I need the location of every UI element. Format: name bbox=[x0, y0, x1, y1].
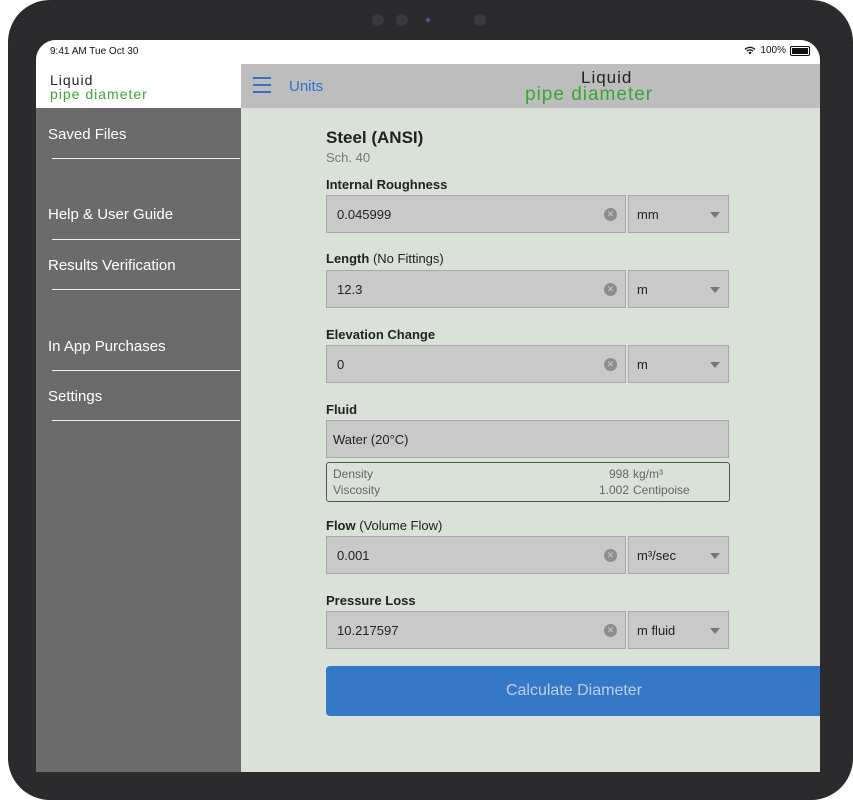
fluid-select[interactable]: Water (20°C) bbox=[326, 420, 729, 458]
elevation-label: Elevation Change bbox=[326, 327, 436, 342]
sidebar-item-in-app-purchases[interactable]: In App Purchases bbox=[48, 338, 241, 355]
sidebar-divider bbox=[52, 420, 240, 421]
sensor-dot bbox=[372, 14, 384, 26]
sidebar-divider bbox=[52, 239, 240, 240]
roughness-input[interactable]: 0.045999 ✕ bbox=[326, 195, 626, 233]
roughness-label: Internal Roughness bbox=[326, 177, 448, 192]
status-time: 9:41 AM Tue Oct 30 bbox=[50, 46, 139, 57]
clear-icon[interactable]: ✕ bbox=[604, 208, 617, 221]
flow-value: 0.001 bbox=[337, 548, 370, 563]
roughness-value: 0.045999 bbox=[337, 207, 392, 222]
roughness-unit-select[interactable]: mm bbox=[628, 195, 729, 233]
elevation-value: 0 bbox=[337, 357, 345, 372]
elevation-unit: m bbox=[637, 357, 648, 372]
pressure-loss-label: Pressure Loss bbox=[326, 593, 416, 608]
elevation-input[interactable]: 0 ✕ bbox=[326, 345, 626, 383]
length-label: Length (No Fittings) bbox=[326, 251, 444, 266]
pressure-loss-unit-select[interactable]: m fluid bbox=[628, 611, 729, 649]
fluid-label: Fluid bbox=[326, 402, 358, 417]
sensor-dot bbox=[474, 14, 486, 26]
camera-icon bbox=[426, 18, 430, 22]
sidebar: Liquid pipe diameter Saved Files Help & … bbox=[36, 64, 241, 772]
flow-input[interactable]: 0.001 ✕ bbox=[326, 536, 626, 574]
chevron-down-icon bbox=[710, 628, 720, 634]
length-value: 12.3 bbox=[337, 282, 363, 297]
sidebar-item-results-verification[interactable]: Results Verification bbox=[48, 257, 241, 274]
status-right: 100% bbox=[744, 45, 810, 56]
length-input[interactable]: 12.3 ✕ bbox=[326, 270, 626, 308]
clear-icon[interactable]: ✕ bbox=[604, 358, 617, 371]
sidebar-item-settings[interactable]: Settings bbox=[48, 388, 241, 405]
fluid-properties: Density 998 kg/m³ Viscosity 1.002 Centip… bbox=[326, 462, 730, 502]
chevron-down-icon bbox=[710, 287, 720, 293]
sidebar-item-saved-files[interactable]: Saved Files bbox=[48, 126, 241, 143]
sidebar-item-help[interactable]: Help & User Guide bbox=[48, 206, 241, 223]
sidebar-logo: Liquid pipe diameter bbox=[36, 64, 241, 108]
status-bar: 9:41 AM Tue Oct 30 100% bbox=[36, 40, 820, 64]
pressure-loss-input[interactable]: 10.217597 ✕ bbox=[326, 611, 626, 649]
sidebar-divider bbox=[52, 158, 240, 159]
app-screen: 9:41 AM Tue Oct 30 100% Liquid pipe diam… bbox=[36, 40, 820, 772]
clear-icon[interactable]: ✕ bbox=[604, 624, 617, 637]
length-unit: m bbox=[637, 282, 648, 297]
clear-icon[interactable]: ✕ bbox=[604, 283, 617, 296]
pipe-schedule: Sch. 40 bbox=[326, 150, 371, 165]
sensor-dot bbox=[396, 14, 408, 26]
pressure-loss-unit: m fluid bbox=[637, 623, 676, 638]
chevron-down-icon bbox=[710, 553, 720, 559]
units-button[interactable]: Units bbox=[289, 78, 323, 95]
top-bar: Units Liquid pipe diameter bbox=[241, 64, 820, 108]
flow-unit-select[interactable]: m³/sec bbox=[628, 536, 729, 574]
pressure-loss-value: 10.217597 bbox=[337, 623, 399, 638]
flow-label: Flow (Volume Flow) bbox=[326, 518, 443, 533]
flow-unit: m³/sec bbox=[637, 548, 676, 563]
calculate-diameter-button[interactable]: Calculate Diameter bbox=[326, 666, 820, 716]
battery-icon bbox=[790, 45, 810, 56]
logo-line-2: pipe diameter bbox=[525, 84, 654, 105]
battery-percent: 100% bbox=[760, 45, 786, 56]
fluid-value: Water (20°C) bbox=[333, 432, 409, 447]
pipe-material[interactable]: Steel (ANSI) bbox=[326, 128, 423, 148]
length-unit-select[interactable]: m bbox=[628, 270, 729, 308]
roughness-unit: mm bbox=[637, 207, 659, 222]
sidebar-divider bbox=[52, 289, 240, 290]
chevron-down-icon bbox=[710, 212, 720, 218]
clear-icon[interactable]: ✕ bbox=[604, 549, 617, 562]
menu-icon[interactable] bbox=[253, 77, 271, 93]
logo-line-2: pipe diameter bbox=[50, 86, 148, 102]
wifi-icon bbox=[744, 46, 756, 55]
chevron-down-icon bbox=[710, 362, 720, 368]
elevation-unit-select[interactable]: m bbox=[628, 345, 729, 383]
sidebar-divider bbox=[52, 370, 240, 371]
